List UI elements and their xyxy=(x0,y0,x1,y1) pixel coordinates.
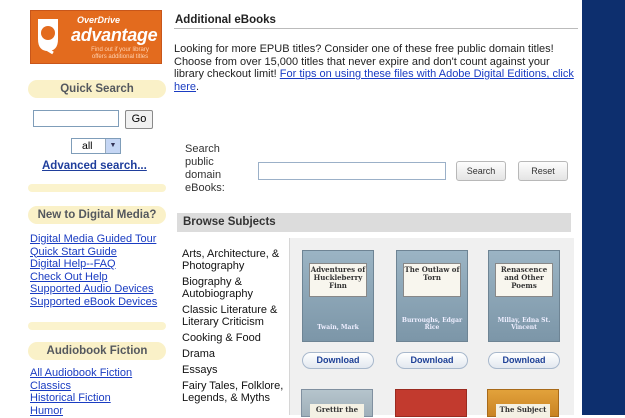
book-cover[interactable]: The Subject xyxy=(487,389,559,418)
book-title: Adventures of Huckleberry Finn xyxy=(309,263,367,297)
digital-media-heading: New to Digital Media? xyxy=(28,206,166,224)
logo-product-text: advantage xyxy=(71,25,158,45)
advanced-search-link[interactable]: Advanced search... xyxy=(42,160,147,172)
book-title: Grettir the xyxy=(310,404,364,418)
reset-button[interactable]: Reset xyxy=(518,161,568,181)
book-cover[interactable] xyxy=(395,389,467,417)
browse-subjects-heading: Browse Subjects xyxy=(177,213,571,232)
page-title: Additional eBooks xyxy=(175,14,276,26)
book-author: Millay, Edna St. Vincent xyxy=(497,317,551,331)
book-author: Twain, Mark xyxy=(317,324,359,331)
sidebar-link-quick-start[interactable]: Quick Start Guide xyxy=(30,246,170,259)
subject-item[interactable]: Biography & Autobiography xyxy=(182,276,290,300)
chevron-down-icon: ▼ xyxy=(105,139,120,153)
book-title: The Subject xyxy=(496,404,550,418)
logo-tagline: Find out if your library offers addition… xyxy=(91,47,149,60)
subject-item[interactable]: Cooking & Food xyxy=(182,332,290,344)
go-button[interactable]: Go xyxy=(125,110,153,129)
overdrive-advantage-logo[interactable]: OverDrive advantage Find out if your lib… xyxy=(30,10,162,64)
quick-search-input[interactable] xyxy=(33,110,119,127)
sidebar-link-ebook-devices[interactable]: Supported eBook Devices xyxy=(30,296,170,309)
subject-item[interactable]: Arts, Architecture, & Photography xyxy=(182,248,290,272)
sidebar-link-audio-devices[interactable]: Supported Audio Devices xyxy=(30,283,170,296)
quick-search-heading: Quick Search xyxy=(28,80,166,98)
download-button[interactable]: Download xyxy=(396,352,468,369)
public-domain-search-label: Search public domain eBooks: xyxy=(185,143,225,194)
subject-item[interactable]: Drama xyxy=(182,348,290,360)
page-right-band xyxy=(582,0,625,415)
sidebar: OverDrive advantage Find out if your lib… xyxy=(0,0,170,417)
main-content: Additional eBooks Looking for more EPUB … xyxy=(168,0,582,418)
search-button[interactable]: Search xyxy=(456,161,506,181)
subject-list: Arts, Architecture, & Photography Biogra… xyxy=(182,248,290,408)
subject-item[interactable]: Fairy Tales, Folklore, Legends, & Myths xyxy=(182,380,290,404)
audiobook-fiction-links: All Audiobook Fiction Classics Historica… xyxy=(30,367,170,417)
digital-media-links: Digital Media Guided Tour Quick Start Gu… xyxy=(30,233,170,308)
sidebar-link-humor[interactable]: Humor xyxy=(30,405,170,418)
intro-paragraph: Looking for more EPUB titles? Consider o… xyxy=(174,43,580,93)
logo-brand-text: OverDrive xyxy=(77,15,121,25)
title-divider xyxy=(174,28,578,29)
book-cover[interactable]: Renascence and Other Poems Millay, Edna … xyxy=(488,250,560,342)
audiobook-fiction-heading: Audiobook Fiction xyxy=(28,342,166,360)
sidebar-link-digital-help[interactable]: Digital Help--FAQ xyxy=(30,258,170,271)
book-cover[interactable]: Grettir the xyxy=(301,389,373,418)
sidebar-divider xyxy=(28,184,166,192)
book-title: Renascence and Other Poems xyxy=(495,263,553,297)
book-cover[interactable]: Adventures of Huckleberry Finn Twain, Ma… xyxy=(302,250,374,342)
public-domain-search-input[interactable] xyxy=(258,162,446,180)
download-button[interactable]: Download xyxy=(302,352,374,369)
book-title: The Outlaw of Torn xyxy=(403,263,461,297)
format-select-value: all xyxy=(82,140,93,152)
subject-item[interactable]: Classic Literature & Literary Criticism xyxy=(182,304,290,328)
sidebar-link-classics[interactable]: Classics xyxy=(30,380,170,393)
book-cover[interactable]: The Outlaw of Torn Burroughs, Edgar Rice xyxy=(396,250,468,342)
sidebar-link-historical-fiction[interactable]: Historical Fiction xyxy=(30,392,170,405)
sidebar-link-all-fiction[interactable]: All Audiobook Fiction xyxy=(30,367,170,380)
download-button[interactable]: Download xyxy=(488,352,560,369)
sidebar-link-guided-tour[interactable]: Digital Media Guided Tour xyxy=(30,233,170,246)
sidebar-link-check-out-help[interactable]: Check Out Help xyxy=(30,271,170,284)
book-author: Burroughs, Edgar Rice xyxy=(401,317,463,331)
overdrive-logo-icon xyxy=(38,19,58,55)
intro-end: . xyxy=(196,80,200,93)
format-select[interactable]: all ▼ xyxy=(71,138,121,154)
sidebar-divider xyxy=(28,322,166,330)
subject-item[interactable]: Essays xyxy=(182,364,290,376)
